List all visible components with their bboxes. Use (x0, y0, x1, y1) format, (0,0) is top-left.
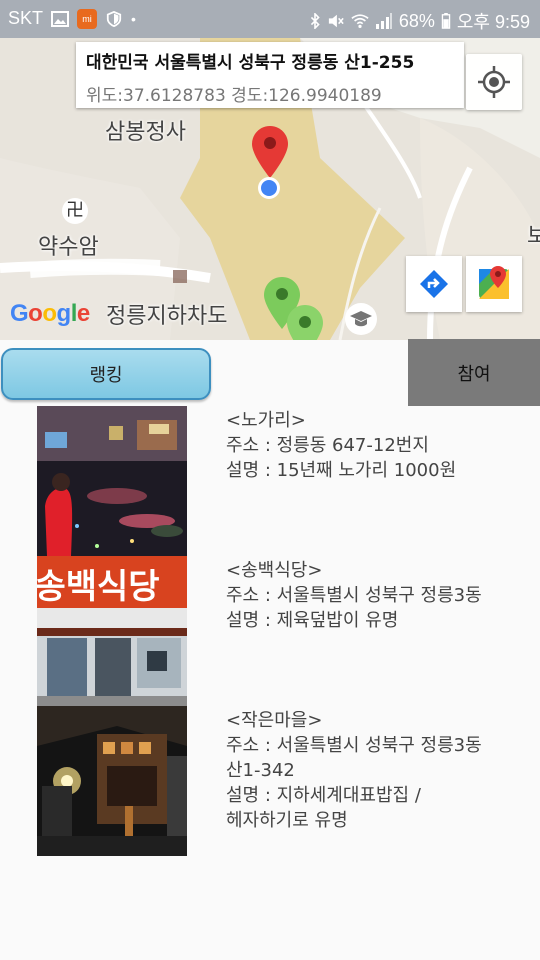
restaurant-storefront-image: 송백식당 (37, 556, 187, 706)
school-icon (345, 303, 377, 335)
map-info-window[interactable]: 대한민국 서울특별시 성북구 정릉동 산1-255 위도:37.6128783 … (76, 42, 464, 108)
google-maps-icon (479, 266, 509, 299)
restaurant-photo[interactable] (37, 706, 187, 856)
gallery-icon (51, 10, 70, 27)
restaurant-description-continued: 헤자하기로 유명 (226, 810, 348, 831)
map-label-yaksuam: 약수암 (38, 235, 99, 260)
mi-app-icon: mi (77, 8, 98, 29)
status-bar: SKT mi • 68% 오후 9:59 (0, 0, 540, 38)
map-label-edge: 보 (527, 224, 540, 249)
map-label-underpass: 정릉지하차도 (106, 304, 228, 329)
tab-join[interactable]: 참여 (408, 339, 540, 406)
google-logo-letter: o (28, 300, 43, 327)
tab-ranking[interactable]: 랭킹 (1, 348, 211, 400)
my-location-icon (478, 66, 510, 98)
current-location-dot (258, 177, 280, 199)
restaurant-address: 주소 : 서울특별시 성북구 정릉3동 (226, 735, 482, 756)
mute-icon (328, 14, 344, 28)
restaurant-name: <작은마을> (226, 710, 323, 731)
restaurant-photo[interactable]: 송백식당 (37, 556, 187, 706)
restaurant-description: 설명 : 제육덮밥이 유명 (226, 610, 399, 631)
map-marker-icon[interactable] (250, 124, 290, 184)
google-logo-letter: e (76, 300, 90, 327)
directions-button[interactable] (406, 256, 462, 312)
signal-icon (375, 13, 392, 29)
restaurant-info[interactable]: <송백식당> 주소 : 서울특별시 성북구 정릉3동 설명 : 제육덮밥이 유명 (226, 558, 526, 633)
restaurant-info[interactable]: <작은마을> 주소 : 서울특별시 성북구 정릉3동 산1-342 설명 : 지… (226, 708, 526, 833)
swastika-icon: 卍 (62, 198, 88, 224)
google-logo: Google (10, 300, 90, 328)
restaurant-address: 주소 : 서울특별시 성북구 정릉3동 (226, 585, 482, 606)
bluetooth-icon (310, 13, 320, 29)
restaurant-address-continued: 산1-342 (226, 760, 295, 781)
info-address: 대한민국 서울특별시 성북구 정릉동 산1-255 (86, 53, 415, 73)
restaurant-description: 설명 : 지하세계대표밥집 / (226, 785, 421, 806)
storefront-sign-text: 송백식당 (37, 567, 160, 607)
restaurant-name: <노가리> (226, 410, 306, 431)
battery-icon (441, 13, 451, 29)
map-label-temple: 삼봉정사 (105, 120, 186, 145)
shield-icon (106, 10, 122, 27)
open-google-maps-button[interactable] (466, 256, 522, 312)
google-logo-letter: G (10, 300, 29, 327)
wifi-icon (351, 14, 369, 29)
my-location-button[interactable] (466, 54, 522, 110)
restaurant-photo[interactable] (37, 406, 187, 556)
battery-percent: 68% (398, 10, 435, 31)
google-logo-letter: g (56, 300, 72, 327)
directions-icon (420, 270, 448, 298)
info-coordinates: 위도:37.6128783 경도:126.9940189 (86, 86, 382, 106)
restaurant-name: <송백식당> (226, 560, 323, 581)
dot-icon: • (131, 10, 136, 27)
map-marker-green-icon-2[interactable] (285, 303, 325, 340)
restaurant-description: 설명 : 15년째 노가리 1000원 (226, 460, 457, 481)
map-view[interactable]: 대한민국 서울특별시 성북구 정릉동 산1-255 위도:37.6128783 … (0, 38, 540, 340)
night-street-image (37, 706, 187, 856)
restaurant-address: 주소 : 정릉동 647-12번지 (226, 435, 429, 456)
pub-interior-image (37, 406, 187, 556)
google-logo-letter: o (42, 300, 57, 327)
clock: 오후 9:59 (456, 12, 530, 32)
restaurant-info[interactable]: <노가리> 주소 : 정릉동 647-12번지 설명 : 15년째 노가리 10… (226, 408, 526, 483)
carrier-label: SKT (8, 8, 44, 28)
